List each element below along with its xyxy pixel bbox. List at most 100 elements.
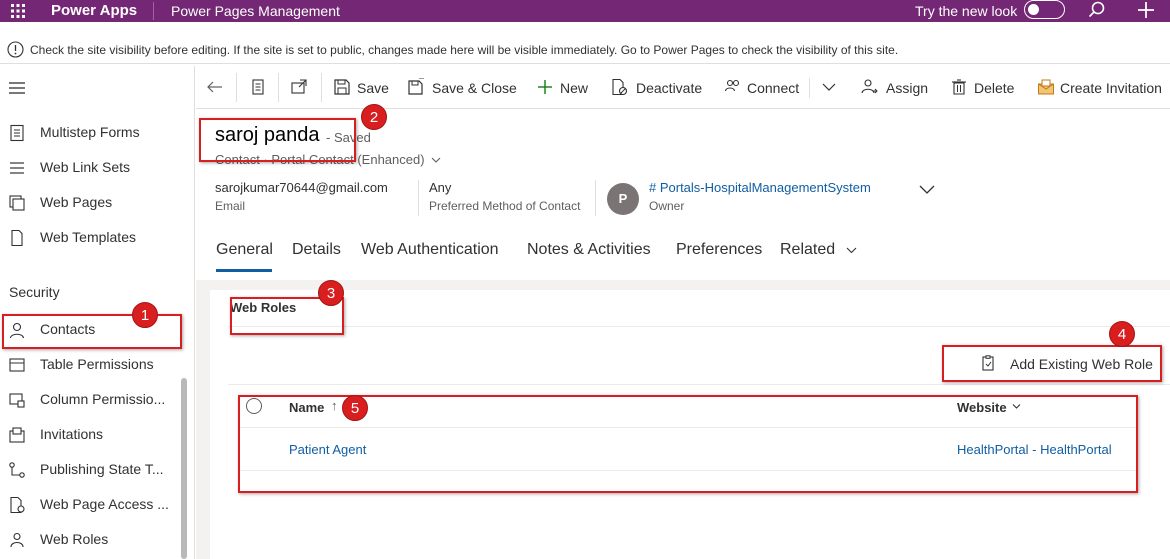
back-arrow-icon	[207, 81, 222, 93]
list-icon	[10, 162, 24, 174]
tab-preferences[interactable]: Preferences	[676, 241, 762, 259]
sidebar-item-label: Contacts	[40, 321, 96, 337]
sidebar-item-web-roles[interactable]: Web Roles	[0, 523, 190, 558]
sidebar-item-label: Column Permissio...	[40, 391, 166, 407]
annotation-badge: 5	[342, 395, 368, 421]
flow-icon	[9, 462, 25, 478]
try-new-look-label: Try the new look	[915, 3, 1018, 19]
sidebar-item-label: Multistep Forms	[40, 124, 140, 140]
sidebar-item-label: Invitations	[40, 426, 104, 442]
section-divider	[228, 384, 1170, 385]
sidebar-item-web-link-sets[interactable]: Web Link Sets	[0, 151, 190, 186]
site-visibility-notice: Check the site visibility before editing…	[0, 36, 1170, 64]
notice-text: Check the site visibility before editing…	[30, 43, 899, 57]
active-tab-indicator	[216, 269, 272, 272]
header-expand-chevron-icon[interactable]	[918, 183, 936, 195]
chevron-down-icon	[431, 152, 441, 167]
deactivate-button[interactable]: Deactivate	[610, 66, 705, 109]
command-divider	[321, 73, 322, 102]
annotation-badge: 2	[361, 104, 387, 130]
connect-label: Connect	[747, 80, 800, 96]
command-divider	[278, 73, 279, 102]
web-roles-title: Web Roles	[230, 300, 297, 315]
sidebar-item-label: Publishing State T...	[40, 461, 164, 477]
open-new-window-icon	[291, 79, 307, 94]
chevron-down-icon	[846, 247, 856, 254]
sidebar-item-multistep-forms[interactable]: Multistep Forms	[0, 116, 190, 151]
column-header-name[interactable]: Name	[289, 400, 324, 415]
topbar-divider	[153, 2, 154, 20]
sidebar-item-web-page-access[interactable]: Web Page Access ...	[0, 488, 190, 523]
search-icon[interactable]	[1087, 0, 1107, 20]
waffle-icon[interactable]	[10, 3, 26, 19]
new-button[interactable]: New	[536, 66, 591, 109]
sidebar-item-invitations[interactable]: Invitations	[0, 418, 190, 453]
assign-button[interactable]: Assign	[860, 66, 930, 109]
assign-label: Assign	[886, 80, 929, 96]
web-role-name-link[interactable]: Patient Agent	[289, 442, 366, 457]
app-name[interactable]: Power Apps	[51, 2, 137, 19]
toggle-knob	[1028, 3, 1039, 15]
email-label: Email	[215, 199, 246, 213]
column-header-website[interactable]: Website	[957, 400, 1007, 415]
try-new-look-toggle[interactable]	[1024, 0, 1065, 19]
owner-avatar[interactable]: P	[607, 183, 639, 215]
save-close-icon	[408, 78, 424, 95]
record-title: saroj panda	[215, 124, 320, 146]
connect-dropdown-button[interactable]	[820, 66, 840, 109]
pages-icon	[9, 195, 25, 211]
save-button[interactable]: Save	[333, 66, 389, 109]
chevron-down-icon	[822, 83, 836, 91]
back-button[interactable]	[206, 66, 226, 109]
sidebar-item-label: Web Link Sets	[40, 159, 131, 175]
form-view-icon	[252, 79, 264, 95]
plus-icon	[538, 80, 552, 94]
sidebar-item-label: Web Templates	[40, 229, 136, 245]
website-link[interactable]: HealthPortal - HealthPortal	[957, 442, 1112, 457]
delete-button[interactable]: Delete	[950, 66, 1015, 109]
deactivate-label: Deactivate	[636, 80, 703, 96]
invitation-envelope-icon	[1038, 79, 1054, 95]
save-and-close-button[interactable]: Save & Close	[407, 66, 517, 109]
annotation-badge: 3	[318, 280, 344, 306]
sidebar-item-column-permissions[interactable]: Column Permissio...	[0, 383, 190, 418]
add-existing-icon	[982, 355, 994, 371]
grid-divider	[240, 470, 1136, 471]
header-field-email: sarojkumar70644@gmail.com Email	[215, 180, 388, 213]
info-icon	[7, 41, 24, 58]
sidebar-item-publishing-state[interactable]: Publishing State T...	[0, 453, 190, 488]
top-bar: Power Apps Power Pages Management Try th…	[0, 0, 1170, 22]
annotation-badge: 4	[1109, 321, 1135, 347]
tab-web-authentication[interactable]: Web Authentication	[361, 241, 499, 259]
create-invitation-label: Create Invitation	[1060, 80, 1162, 96]
sidebar-item-web-pages[interactable]: Web Pages	[0, 186, 190, 221]
delete-label: Delete	[974, 80, 1015, 96]
tab-details[interactable]: Details	[292, 241, 341, 259]
chevron-down-icon	[1012, 404, 1021, 409]
record-form-selector[interactable]: Contact · Portal Contact (Enhanced)	[215, 152, 441, 167]
grid-divider	[240, 427, 1136, 428]
sidebar-item-web-templates[interactable]: Web Templates	[0, 221, 190, 256]
command-bar: Save Save & Close New Deactivate Connect…	[196, 66, 1170, 109]
tab-related[interactable]: Related	[780, 241, 857, 259]
tab-general[interactable]: General	[216, 241, 273, 259]
record-set-button[interactable]	[249, 66, 269, 109]
owner-link[interactable]: # Portals-HospitalManagementSystem	[649, 180, 871, 195]
open-in-new-window-button[interactable]	[290, 66, 310, 109]
plus-icon[interactable]	[1136, 0, 1156, 20]
record-saved-status: - Saved	[326, 130, 371, 145]
add-existing-web-role-label: Add Existing Web Role	[1010, 356, 1153, 372]
sidebar-item-contacts[interactable]: Contacts	[0, 313, 190, 348]
hamburger-menu-icon[interactable]	[9, 81, 27, 95]
select-all-checkbox[interactable]	[246, 398, 262, 414]
connect-icon	[724, 79, 740, 92]
sidebar-scrollbar[interactable]	[181, 378, 187, 559]
sidebar-item-table-permissions[interactable]: Table Permissions	[0, 348, 190, 383]
form-icon	[10, 124, 24, 142]
site-name[interactable]: Power Pages Management	[171, 3, 340, 19]
save-icon	[334, 79, 350, 95]
tab-notes-activities[interactable]: Notes & Activities	[527, 241, 651, 259]
connect-button[interactable]: Connect	[724, 66, 804, 109]
owner-label: Owner	[649, 199, 685, 213]
create-invitation-button[interactable]: Create Invitation	[1037, 66, 1170, 109]
